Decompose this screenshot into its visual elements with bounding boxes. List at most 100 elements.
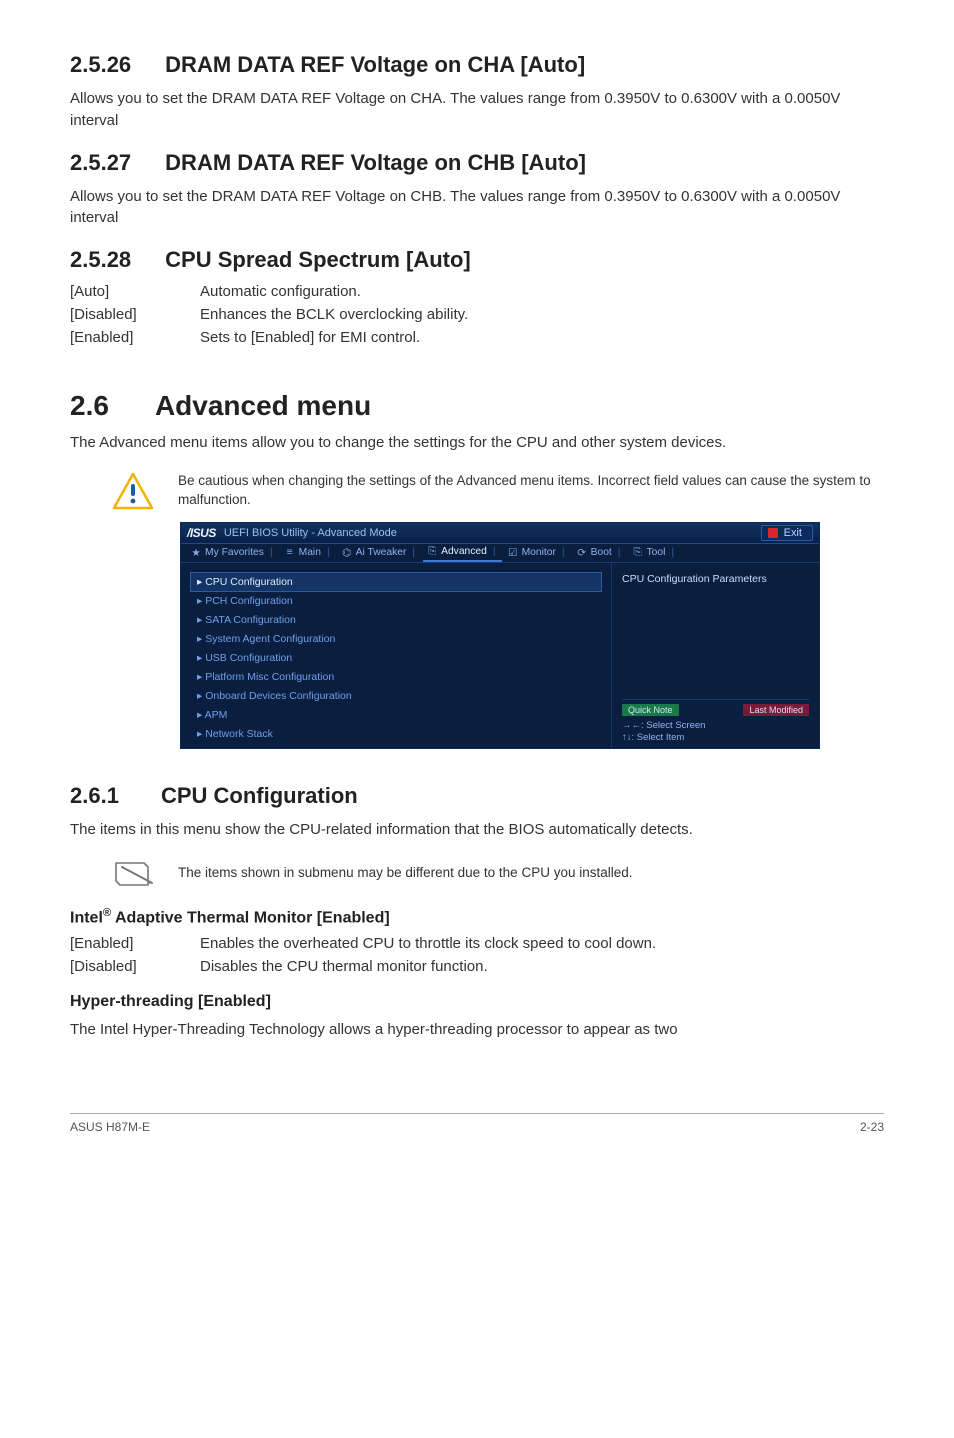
heading-number: 2.5.27 <box>70 150 131 176</box>
heading-2-5-27: 2.5.27 DRAM DATA REF Voltage on CHB [Aut… <box>70 150 884 176</box>
heading-2-6: 2.6 Advanced menu <box>70 390 884 422</box>
tab-label: Boot <box>591 547 612 558</box>
menu-onboard-devices-configuration[interactable]: ▸ Onboard Devices Configuration <box>191 687 601 705</box>
menu-icon: ≡ <box>285 547 295 558</box>
bios-help-panel: CPU Configuration Parameters Quick Note … <box>611 563 819 748</box>
heading-text: CPU Configuration <box>161 783 358 809</box>
tab-label: Advanced <box>441 546 487 557</box>
def-key: [Disabled] <box>70 958 200 975</box>
note-icon <box>112 859 154 889</box>
bios-mode: UEFI BIOS Utility - Advanced Mode <box>224 527 397 539</box>
subhead-prefix: Intel <box>70 909 103 926</box>
def-key: [Enabled] <box>70 935 200 952</box>
tab-label: Monitor <box>522 547 556 558</box>
tab-main[interactable]: ≡ Main| <box>281 545 336 560</box>
heading-number: 2.5.28 <box>70 247 131 273</box>
bios-tabs: ★ My Favorites| ≡ Main| ⌬ Ai Tweaker| ⎘ … <box>181 544 819 563</box>
def-row: [Disabled] Disables the CPU thermal moni… <box>70 958 884 975</box>
def-row: [Auto] Automatic configuration. <box>70 283 884 300</box>
note-callout: The items shown in submenu may be differ… <box>112 859 884 889</box>
bios-key-hints: →←: Select Screen ↑↓: Select Item <box>622 720 809 744</box>
menu-apm[interactable]: ▸ APM <box>191 706 601 724</box>
heading-text: Advanced menu <box>155 390 371 422</box>
badge-quick-note[interactable]: Quick Note <box>622 704 679 716</box>
subhead-rest: Adaptive Thermal Monitor [Enabled] <box>111 909 390 926</box>
hint-line: →←: Select Screen <box>622 720 809 732</box>
tab-label: Main <box>299 547 321 558</box>
hint-line: ↑↓: Select Item <box>622 732 809 744</box>
body-hyper-threading: The Intel Hyper-Threading Technology all… <box>70 1019 884 1041</box>
tab-my-favorites[interactable]: ★ My Favorites| <box>187 545 279 561</box>
warning-text: Be cautious when changing the settings o… <box>178 472 884 510</box>
warning-icon <box>112 472 154 510</box>
boot-icon: ⟳ <box>577 547 587 559</box>
def-value: Automatic configuration. <box>200 283 884 300</box>
bios-menu-list: ▸ CPU Configuration ▸ PCH Configuration … <box>181 563 611 748</box>
menu-platform-misc-configuration[interactable]: ▸ Platform Misc Configuration <box>191 668 601 686</box>
heading-text: CPU Spread Spectrum [Auto] <box>165 247 471 273</box>
footer-page-number: 2-23 <box>860 1120 884 1134</box>
heading-number: 2.5.26 <box>70 52 131 78</box>
heading-2-5-26: 2.5.26 DRAM DATA REF Voltage on CHA [Aut… <box>70 52 884 78</box>
monitor-icon: ☑ <box>508 547 518 559</box>
star-icon: ★ <box>191 547 201 559</box>
advanced-icon: ⎘ <box>427 546 437 558</box>
tab-label: Tool <box>646 547 665 558</box>
subhead-intel-adaptive: Intel® Adaptive Thermal Monitor [Enabled… <box>70 907 884 927</box>
heading-number: 2.6 <box>70 390 109 422</box>
def-value: Enables the overheated CPU to throttle i… <box>200 935 884 952</box>
menu-cpu-configuration[interactable]: ▸ CPU Configuration <box>191 573 601 591</box>
bios-exit-button[interactable]: Exit <box>761 525 813 541</box>
body-2-6-1: The items in this menu show the CPU-rela… <box>70 819 884 841</box>
bios-screenshot: /ISUS UEFI BIOS Utility - Advanced Mode … <box>180 522 820 749</box>
bios-badges: Quick Note Last Modified <box>622 699 809 716</box>
def-key: [Enabled] <box>70 329 200 346</box>
tweaker-icon: ⌬ <box>342 547 352 559</box>
registered-icon: ® <box>103 907 111 919</box>
tab-boot[interactable]: ⟳ Boot| <box>573 545 627 561</box>
menu-pch-configuration[interactable]: ▸ PCH Configuration <box>191 592 601 610</box>
bios-brand: /ISUS UEFI BIOS Utility - Advanced Mode <box>187 526 397 540</box>
body-2-6: The Advanced menu items allow you to cha… <box>70 432 884 454</box>
def-row: [Enabled] Sets to [Enabled] for EMI cont… <box>70 329 884 346</box>
heading-number: 2.6.1 <box>70 783 119 809</box>
heading-2-6-1: 2.6.1 CPU Configuration <box>70 783 884 809</box>
tab-label: Ai Tweaker <box>356 547 407 558</box>
tab-advanced[interactable]: ⎘ Advanced| <box>423 544 502 562</box>
heading-text: DRAM DATA REF Voltage on CHA [Auto] <box>165 52 585 78</box>
subhead-hyper-threading: Hyper-threading [Enabled] <box>70 993 884 1011</box>
menu-system-agent-configuration[interactable]: ▸ System Agent Configuration <box>191 630 601 648</box>
def-value: Disables the CPU thermal monitor functio… <box>200 958 884 975</box>
page-footer: ASUS H87M-E 2-23 <box>70 1113 884 1134</box>
tab-monitor[interactable]: ☑ Monitor| <box>504 545 571 561</box>
menu-sata-configuration[interactable]: ▸ SATA Configuration <box>191 611 601 629</box>
tool-icon: ⎘ <box>632 547 642 559</box>
bios-body: ▸ CPU Configuration ▸ PCH Configuration … <box>181 563 819 748</box>
bios-titlebar: /ISUS UEFI BIOS Utility - Advanced Mode … <box>181 523 819 544</box>
note-text: The items shown in submenu may be differ… <box>178 864 633 883</box>
menu-network-stack[interactable]: ▸ Network Stack <box>191 725 601 743</box>
def-value: Sets to [Enabled] for EMI control. <box>200 329 884 346</box>
warning-callout: Be cautious when changing the settings o… <box>112 472 884 510</box>
def-key: [Disabled] <box>70 306 200 323</box>
def-key: [Auto] <box>70 283 200 300</box>
body-2-5-27: Allows you to set the DRAM DATA REF Volt… <box>70 186 884 230</box>
heading-text: DRAM DATA REF Voltage on CHB [Auto] <box>165 150 586 176</box>
tab-ai-tweaker[interactable]: ⌬ Ai Tweaker| <box>338 545 421 561</box>
def-list-intel: [Enabled] Enables the overheated CPU to … <box>70 935 884 975</box>
tab-label: My Favorites <box>205 547 264 558</box>
tab-tool[interactable]: ⎘ Tool| <box>628 545 680 561</box>
badge-last-modified[interactable]: Last Modified <box>743 704 809 716</box>
exit-label: Exit <box>784 527 802 539</box>
heading-2-5-28: 2.5.28 CPU Spread Spectrum [Auto] <box>70 247 884 273</box>
bios-help-title: CPU Configuration Parameters <box>622 573 809 585</box>
def-value: Enhances the BCLK overclocking ability. <box>200 306 884 323</box>
exit-icon <box>768 528 778 538</box>
footer-model: ASUS H87M-E <box>70 1120 150 1134</box>
def-row: [Enabled] Enables the overheated CPU to … <box>70 935 884 952</box>
def-row: [Disabled] Enhances the BCLK overclockin… <box>70 306 884 323</box>
bios-logo: /ISUS <box>187 526 216 540</box>
body-2-5-26: Allows you to set the DRAM DATA REF Volt… <box>70 88 884 132</box>
menu-usb-configuration[interactable]: ▸ USB Configuration <box>191 649 601 667</box>
def-list-2-5-28: [Auto] Automatic configuration. [Disable… <box>70 283 884 346</box>
